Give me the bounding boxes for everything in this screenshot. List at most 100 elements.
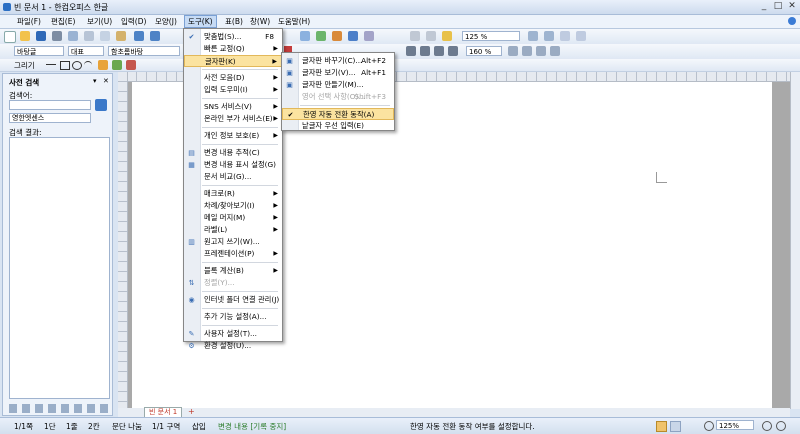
panel-close-icon[interactable]: ✕: [103, 77, 109, 85]
view-mode-icon[interactable]: [656, 421, 667, 432]
tools-item-추가-기능-설정[interactable]: 추가 기능 설정(A)...: [184, 311, 282, 323]
replace-icon[interactable]: [426, 31, 436, 41]
tools-item-프레젠테이션[interactable]: 프레젠테이션(P) ▶: [184, 248, 282, 260]
find-icon[interactable]: [410, 31, 420, 41]
zoom-out-icon[interactable]: [544, 31, 554, 41]
table-insert-icon[interactable]: [300, 31, 310, 41]
vertical-ruler[interactable]: [118, 72, 128, 409]
undo-icon[interactable]: [134, 31, 144, 41]
ellipse-tool-icon[interactable]: [72, 61, 82, 70]
new-tab-button[interactable]: +: [188, 407, 195, 416]
tools-item-문서-비교[interactable]: 문서 비교(G)...: [184, 171, 282, 183]
rect-tool-icon[interactable]: [60, 61, 70, 70]
open-icon[interactable]: [20, 31, 30, 41]
status-track[interactable]: 변경 내용 [기록 중지]: [218, 421, 286, 432]
save-icon[interactable]: [36, 31, 46, 41]
tools-item-SNS-서비스[interactable]: SNS 서비스(V) ▶: [184, 101, 282, 113]
chart-insert-icon[interactable]: [316, 31, 326, 41]
style-combo[interactable]: 바탕글: [14, 46, 64, 56]
line-spacing-combo[interactable]: 160 %: [466, 46, 502, 56]
font-combo[interactable]: 함초롬바탕: [108, 46, 180, 56]
search-button[interactable]: [95, 99, 107, 111]
tools-item-매크로[interactable]: 매크로(R) ▶: [184, 188, 282, 200]
zoom-combo[interactable]: 125 %: [462, 31, 520, 41]
status-mode[interactable]: 삽입: [192, 421, 206, 432]
layout-mode-icon[interactable]: [670, 421, 681, 432]
tools-item-라벨[interactable]: 라벨(L) ▶: [184, 224, 282, 236]
zoom-status-combo[interactable]: 125%: [716, 420, 754, 430]
tools-item-변경-내용-표시-설정[interactable]: ▦ 변경 내용 표시 설정(G): [184, 159, 282, 171]
panel-menu-icon[interactable]: ▾: [93, 77, 97, 85]
keyboard-item-글자판-보기[interactable]: ▣ 글자판 보기(V)... Alt+F1: [282, 67, 394, 79]
new-doc-icon[interactable]: [4, 31, 16, 43]
zoom-plus-icon[interactable]: [776, 421, 786, 431]
zoom-minus-icon[interactable]: [762, 421, 772, 431]
tools-item-개인-정보-보호[interactable]: 개인 정보 보호(E) ▶: [184, 130, 282, 142]
tools-item-온라인-부가-서비스[interactable]: 온라인 부가 서비스(E) ▶: [184, 113, 282, 125]
dictionary-select[interactable]: 영한엣센스: [9, 113, 91, 123]
search-input[interactable]: [9, 100, 91, 110]
menu-help[interactable]: 도움말(H): [275, 15, 313, 28]
tools-item-글자판[interactable]: 글자판(K) ▶: [184, 55, 282, 67]
keyboard-item-낱글자-우선-입력[interactable]: 낱글자 우선 입력(E): [282, 120, 394, 132]
tools-item-메일-머지[interactable]: 메일 머지(M) ▶: [184, 212, 282, 224]
outdent-icon[interactable]: [522, 46, 532, 56]
menu-tools[interactable]: 도구(K): [184, 15, 217, 28]
bullet-icon[interactable]: [536, 46, 546, 56]
preview-icon[interactable]: [68, 31, 78, 41]
line-tool-icon[interactable]: [46, 64, 56, 65]
menu-format[interactable]: 모양(J): [152, 15, 180, 28]
tools-item-원고지-쓰기[interactable]: ▥ 원고지 쓰기(W)...: [184, 236, 282, 248]
tools-item-차례/찾아보기[interactable]: 차례/찾아보기(I) ▶: [184, 200, 282, 212]
image-insert-icon[interactable]: [332, 31, 342, 41]
tools-item-맞춤법[interactable]: ✔ 맞춤법(S)... F8: [184, 31, 282, 43]
hyperlink-icon[interactable]: [348, 31, 358, 41]
close-button[interactable]: ✕: [786, 1, 798, 12]
font-type-combo[interactable]: 대표: [68, 46, 104, 56]
print-icon[interactable]: [52, 31, 62, 41]
fit-page-icon[interactable]: [560, 31, 570, 41]
outline-tool-icon[interactable]: [126, 60, 136, 70]
menu-window[interactable]: 창(W): [247, 15, 273, 28]
vertical-scrollbar[interactable]: [790, 72, 800, 409]
memo-icon[interactable]: [442, 31, 452, 41]
align-right-icon[interactable]: [434, 46, 444, 56]
arc-tool-icon[interactable]: [84, 61, 92, 69]
results-list[interactable]: [9, 137, 110, 399]
menu-file[interactable]: 파일(F): [14, 15, 44, 28]
paste-icon[interactable]: [116, 31, 126, 41]
indent-icon[interactable]: [508, 46, 518, 56]
keyboard-item-한영-자동-전환-동작[interactable]: ✔ 한영 자동 전환 동작(A): [282, 108, 394, 120]
minimize-button[interactable]: _: [758, 1, 770, 12]
align-left-icon[interactable]: [406, 46, 416, 56]
maximize-button[interactable]: □: [772, 1, 784, 12]
menu-insert[interactable]: 입력(D): [118, 15, 149, 28]
shape-tool-icon[interactable]: [98, 60, 108, 70]
tools-item-빠른-교정[interactable]: 빠른 교정(Q) ▶: [184, 43, 282, 55]
tools-item-환경-설정[interactable]: ⚙ 환경 설정(U)...: [184, 340, 282, 352]
menu-table[interactable]: 표(B): [222, 15, 246, 28]
align-center-icon[interactable]: [420, 46, 430, 56]
symbol-icon[interactable]: [364, 31, 374, 41]
justify-icon[interactable]: [448, 46, 458, 56]
status-page[interactable]: 1/1쪽: [14, 421, 33, 432]
help-icon[interactable]: [788, 17, 796, 25]
copy-icon[interactable]: [100, 31, 110, 41]
menu-view[interactable]: 보기(U): [84, 15, 115, 28]
numbering-icon[interactable]: [550, 46, 560, 56]
tools-item-인터넷-폴더-연결-관리[interactable]: ◉ 인터넷 폴더 연결 관리(J): [184, 294, 282, 306]
zoom-icon[interactable]: [704, 421, 714, 431]
menu-edit[interactable]: 편집(E): [48, 15, 78, 28]
tools-item-블록-계산[interactable]: 블록 계산(B) ▶: [184, 265, 282, 277]
cut-icon[interactable]: [84, 31, 94, 41]
zoom-in-icon[interactable]: [528, 31, 538, 41]
tools-item-사전-모음[interactable]: 사전 모음(D) ▶: [184, 72, 282, 84]
fill-tool-icon[interactable]: [112, 60, 122, 70]
redo-icon[interactable]: [150, 31, 160, 41]
tools-item-변경-내용-추적[interactable]: ▤ 변경 내용 추적(C): [184, 147, 282, 159]
tools-item-입력-도우미[interactable]: 입력 도우미(I) ▶: [184, 84, 282, 96]
keyboard-item-글자판-만들기[interactable]: ▣ 글자판 만들기(M)...: [282, 79, 394, 91]
fit-width-icon[interactable]: [576, 31, 586, 41]
keyboard-item-글자판-바꾸기[interactable]: ▣ 글자판 바꾸기(C)... Alt+F2: [282, 55, 394, 67]
tools-item-사용자-설정[interactable]: ✎ 사용자 설정(T)...: [184, 328, 282, 340]
